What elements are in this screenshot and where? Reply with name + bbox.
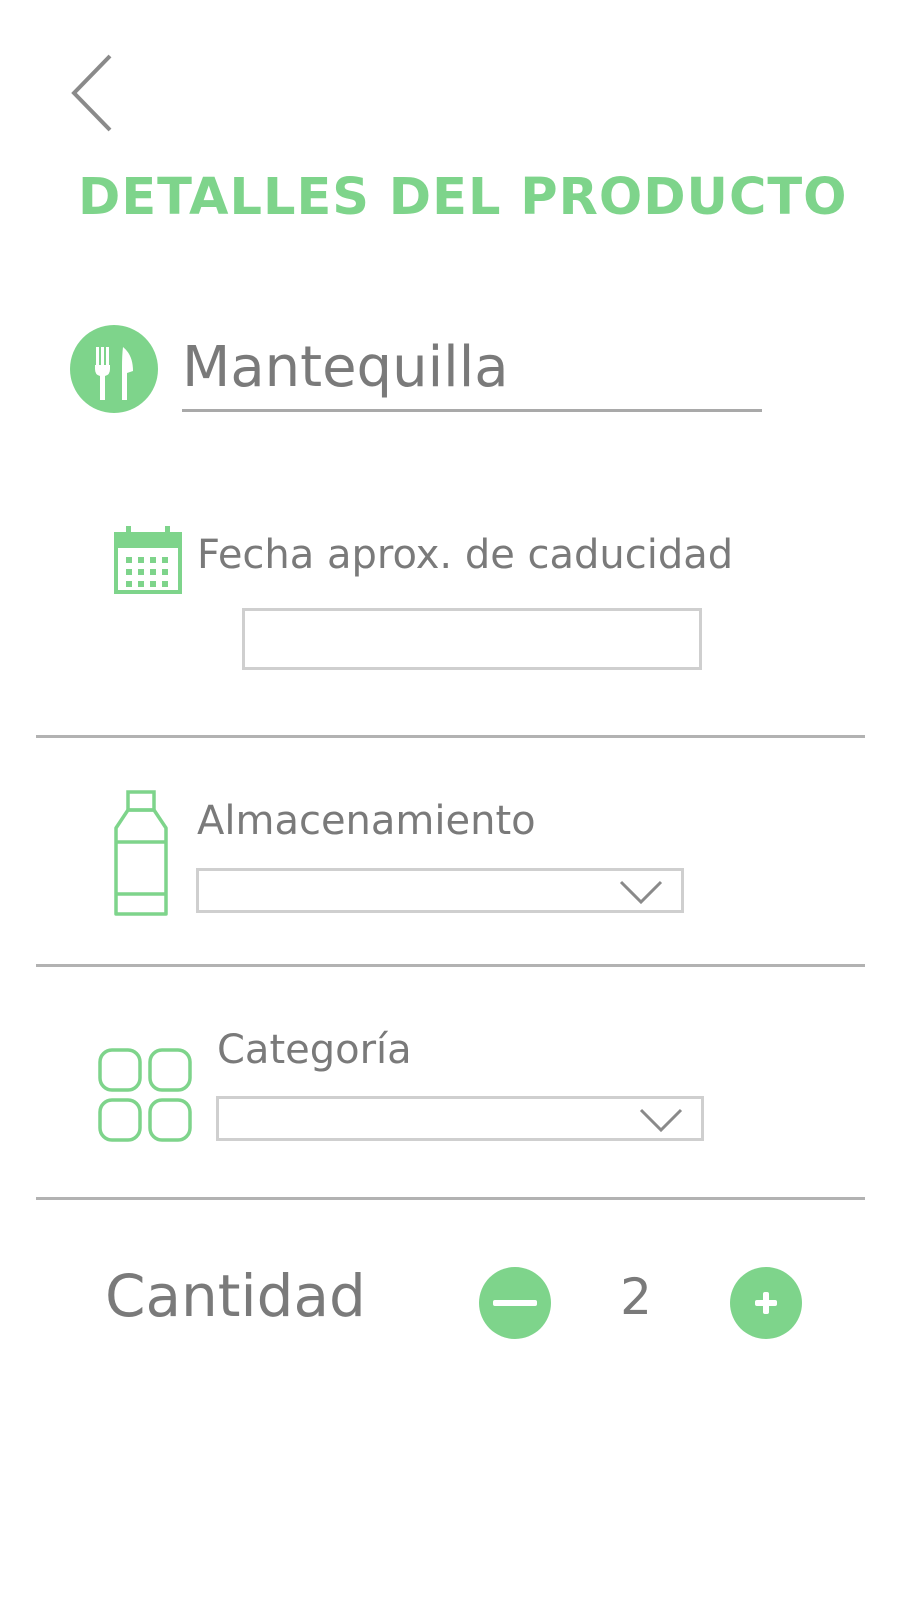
chevron-down-icon	[619, 880, 663, 905]
category-label: Categoría	[217, 1027, 412, 1073]
quantity-value: 2	[620, 1268, 652, 1326]
minus-icon	[493, 1300, 537, 1306]
divider	[36, 964, 865, 967]
expiry-date-field[interactable]	[242, 608, 702, 670]
chevron-left-icon	[71, 54, 112, 132]
chevron-down-icon	[639, 1108, 683, 1133]
storage-label: Almacenamiento	[197, 798, 536, 844]
quantity-label: Cantidad	[105, 1262, 366, 1330]
category-select[interactable]	[216, 1096, 704, 1141]
back-button[interactable]	[62, 52, 122, 134]
expiry-date-label: Fecha aprox. de caducidad	[197, 532, 734, 578]
bottle-icon	[112, 790, 170, 918]
page-title: DETALLES DEL PRODUCTO	[78, 168, 848, 227]
calendar-icon	[113, 524, 183, 596]
storage-select[interactable]	[196, 868, 684, 913]
product-name-input[interactable]	[182, 325, 762, 412]
fork-knife-icon	[70, 325, 158, 413]
plus-icon	[755, 1292, 777, 1314]
grid-icon	[97, 1047, 193, 1143]
increment-button[interactable]	[730, 1267, 802, 1339]
divider	[36, 735, 865, 738]
divider	[36, 1197, 865, 1200]
decrement-button[interactable]	[479, 1267, 551, 1339]
